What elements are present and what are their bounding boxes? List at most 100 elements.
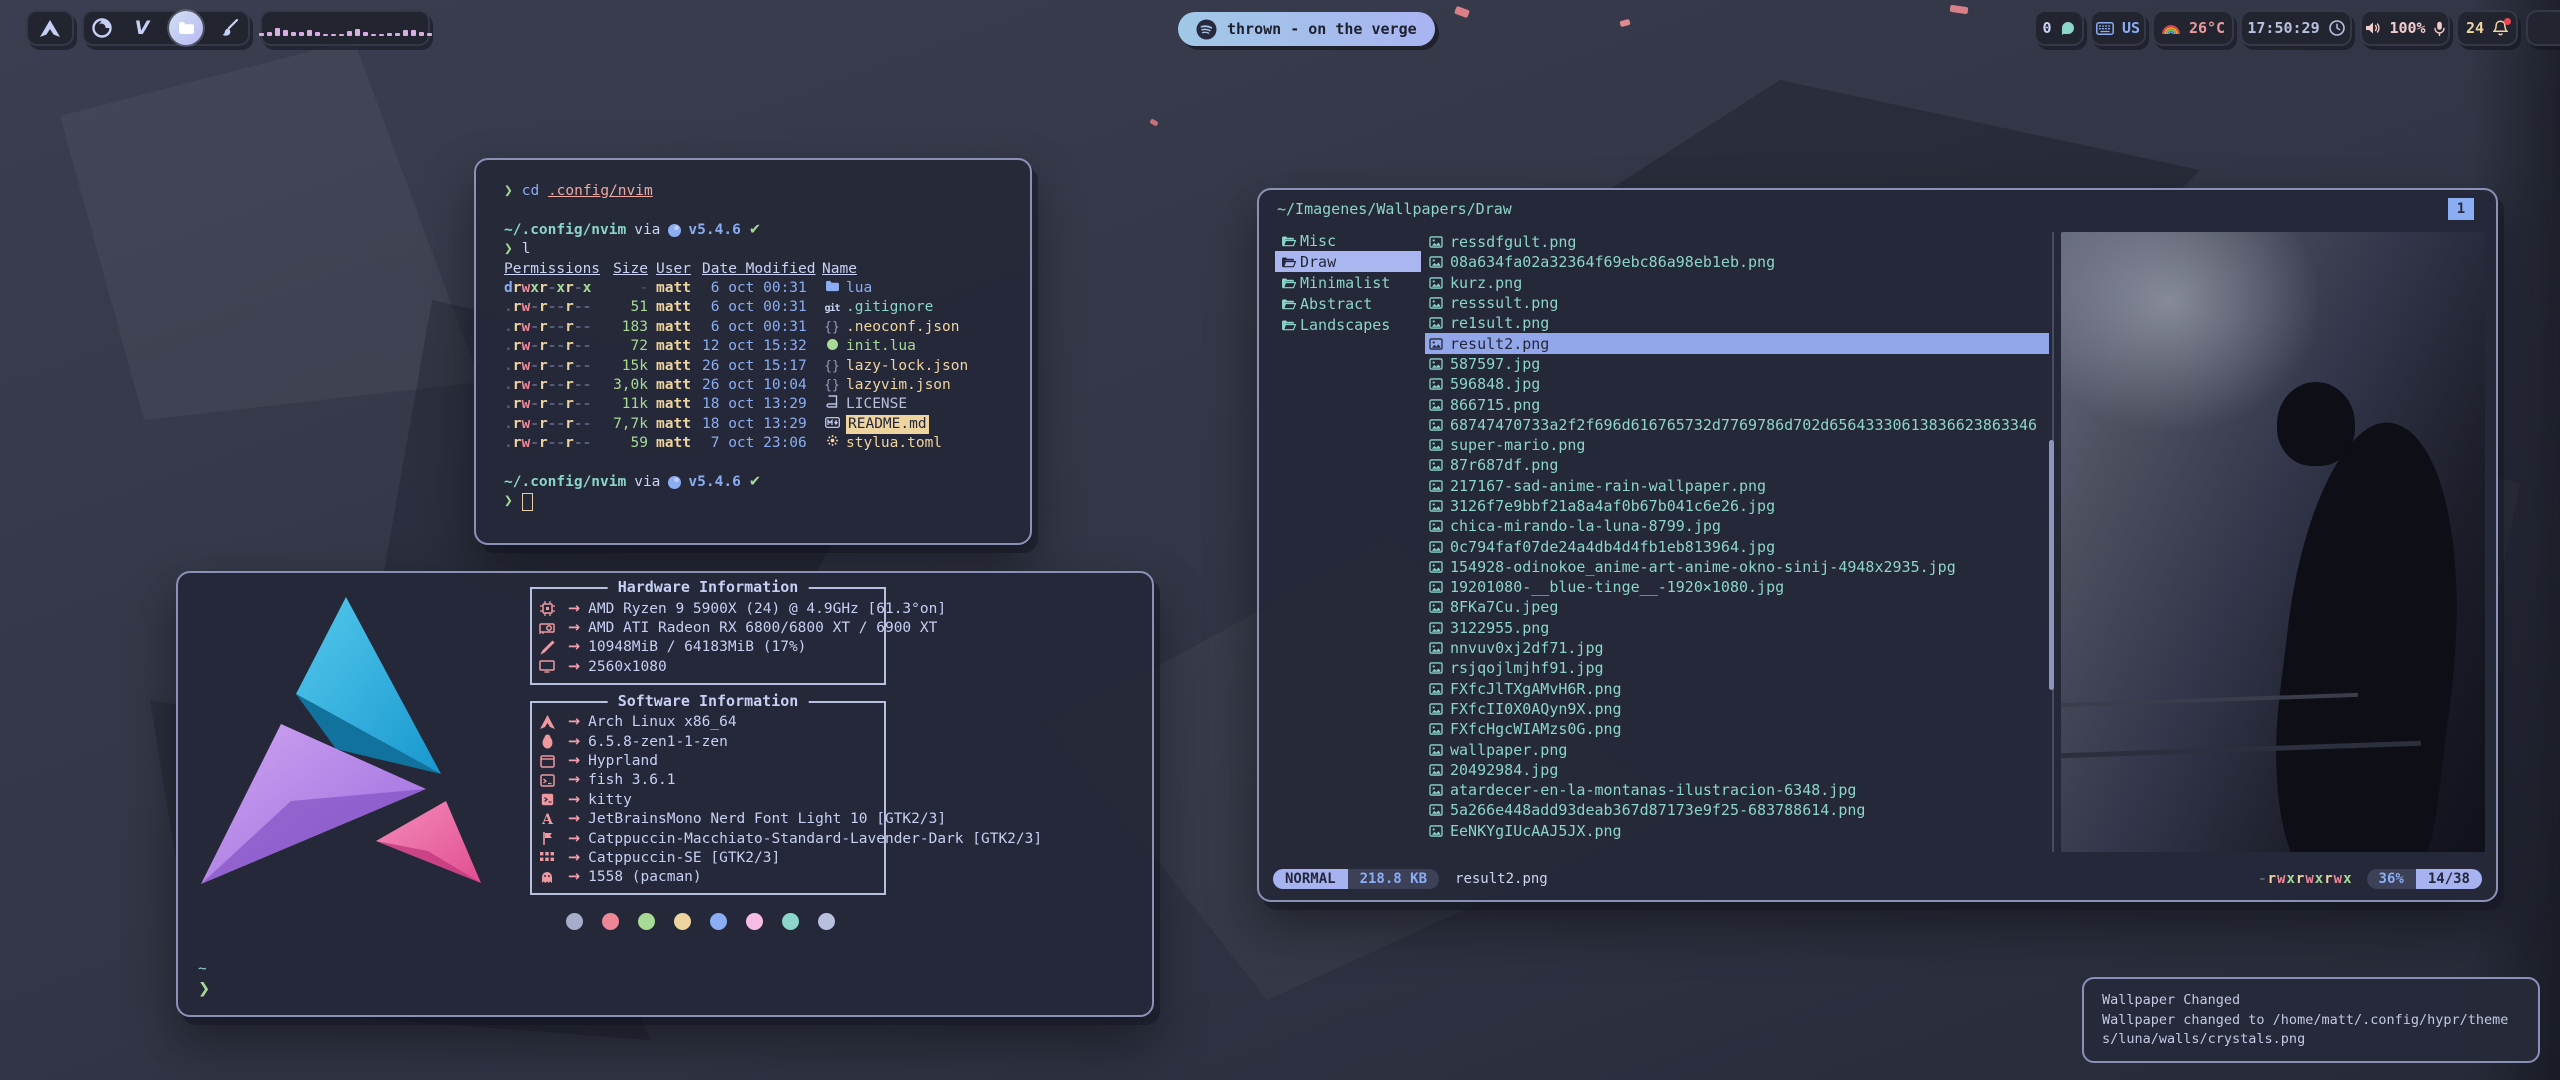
file-list-item[interactable]: chica-mirando-la-luna-8799.jpg bbox=[1425, 516, 2049, 536]
file-list-item[interactable]: re1sult.png bbox=[1425, 313, 2049, 333]
file-name: 08a634fa02a32364f69ebc86a98eb1eb.png bbox=[1450, 253, 1775, 271]
ls-row: .rw-r--r--11kmatt18 oct 13:29LICENSE bbox=[504, 395, 1010, 414]
fetch-info: Hardware Information →AMD Ryzen 9 5900X … bbox=[530, 587, 1136, 930]
tray-notifications-island[interactable]: 24 bbox=[2456, 10, 2518, 46]
media-player-pill[interactable]: thrown - on the verge bbox=[1178, 12, 1435, 46]
file-list-item[interactable]: nnvuv0xj2df71.jpg bbox=[1425, 638, 2049, 658]
file-list-item[interactable]: result2.png bbox=[1425, 333, 2049, 353]
file-name: 587597.jpg bbox=[1450, 355, 1540, 373]
notification-toast[interactable]: Wallpaper Changed Wallpaper changed to /… bbox=[2082, 977, 2540, 1063]
file-name: lazy-lock.json bbox=[846, 357, 968, 376]
file-list-item[interactable]: 08a634fa02a32364f69ebc86a98eb1eb.png bbox=[1425, 252, 2049, 272]
tray-keyboard-island[interactable]: US bbox=[2090, 10, 2146, 46]
paintbrush-icon[interactable] bbox=[217, 15, 243, 41]
file-manager-window[interactable]: ~/Imagenes/Wallpapers/Draw 1 MiscDrawMin… bbox=[1257, 188, 2498, 902]
file-list-item[interactable]: FXfcII0X0AQyn9X.png bbox=[1425, 699, 2049, 719]
file-list-item[interactable]: wallpaper.png bbox=[1425, 739, 2049, 759]
tab-indicator[interactable]: 1 bbox=[2448, 198, 2474, 220]
image-file-icon bbox=[1429, 378, 1443, 390]
fetch-info-value: 6.5.8-zen1-1-zen bbox=[588, 734, 728, 750]
file-list-item[interactable]: 20492984.jpg bbox=[1425, 760, 2049, 780]
file-list-item[interactable]: ressdfgult.png bbox=[1425, 232, 2049, 252]
visualizer-bar bbox=[323, 34, 328, 36]
fetch-info-value: fish 3.6.1 bbox=[588, 772, 675, 788]
file-name: result2.png bbox=[1450, 335, 1549, 353]
image-file-icon bbox=[1429, 804, 1443, 816]
file-list-item[interactable]: 3122955.png bbox=[1425, 618, 2049, 638]
tray-weather-island[interactable]: 26°C bbox=[2152, 10, 2234, 46]
fetch-window[interactable]: Hardware Information →AMD Ryzen 9 5900X … bbox=[176, 571, 1154, 1017]
rainbow-icon bbox=[2161, 22, 2181, 34]
file-list-item[interactable]: rsjqojlmjhf91.jpg bbox=[1425, 658, 2049, 678]
file-list-item[interactable]: resssult.png bbox=[1425, 293, 2049, 313]
fetch-info-row: →6.5.8-zen1-1-zen bbox=[536, 732, 884, 751]
sidebar-folder-minimalist[interactable]: Minimalist bbox=[1275, 272, 1421, 293]
file-name: re1sult.png bbox=[1450, 314, 1549, 332]
hardware-info-box: Hardware Information →AMD Ryzen 9 5900X … bbox=[530, 587, 886, 685]
file-list-item[interactable]: 68747470733a2f2f696d616765732d7769786d70… bbox=[1425, 415, 2049, 435]
mode-badge: NORMAL bbox=[1273, 869, 1348, 889]
vim-icon[interactable]: V bbox=[129, 15, 155, 41]
file-list-item[interactable]: 866715.png bbox=[1425, 394, 2049, 414]
arrow-icon: → bbox=[568, 601, 580, 617]
fetch-info-value: Arch Linux x86_64 bbox=[588, 714, 736, 730]
file-list-item[interactable]: atardecer-en-la-montanas-ilustracion-634… bbox=[1425, 780, 2049, 800]
image-file-icon bbox=[1429, 662, 1443, 674]
file-name: atardecer-en-la-montanas-ilustracion-634… bbox=[1450, 781, 1856, 799]
fetch-info-row: →fish 3.6.1 bbox=[536, 771, 884, 790]
keyboard-layout: US bbox=[2122, 19, 2140, 37]
terminal-window[interactable]: ❯cd .config/nvim~/.config/nvimviav5.4.6✔… bbox=[474, 158, 1032, 545]
file-list-item[interactable]: 19201080-__blue-tinge__-1920×1080.jpg bbox=[1425, 577, 2049, 597]
file-list-item[interactable]: kurz.png bbox=[1425, 273, 2049, 293]
wallpaper-speck bbox=[1619, 19, 1630, 27]
file-list-item[interactable]: EeNKYgIUcAAJ5JX.png bbox=[1425, 821, 2049, 841]
file-name: 3126f7e9bbf21a8a4af0b67b041c6e26.jpg bbox=[1450, 497, 1775, 515]
file-name: chica-mirando-la-luna-8799.jpg bbox=[1450, 517, 1721, 535]
file-list-item[interactable]: 0c794faf07de24a4db4d4fb1eb813964.jpg bbox=[1425, 536, 2049, 556]
file-list-item[interactable]: FXfcHgcWIAMzs0G.png bbox=[1425, 719, 2049, 739]
file-list-item[interactable]: 596848.jpg bbox=[1425, 374, 2049, 394]
file-list-item[interactable]: 217167-sad-anime-rain-wallpaper.png bbox=[1425, 476, 2049, 496]
file-list-item[interactable]: 5a266e448add93deab367d87173e9f25-6837886… bbox=[1425, 800, 2049, 820]
wallpaper-shard bbox=[60, 40, 480, 420]
font-icon: A bbox=[536, 812, 558, 826]
notification-body: Wallpaper changed to /home/matt/.config/… bbox=[2102, 1011, 2520, 1050]
sidebar-folder-draw[interactable]: Draw bbox=[1275, 251, 1421, 272]
image-file-icon bbox=[1429, 601, 1443, 613]
file-name: .neoconf.json bbox=[846, 318, 960, 337]
file-list-item[interactable]: 87r687df.png bbox=[1425, 455, 2049, 475]
sidebar-folder-landscapes[interactable]: Landscapes bbox=[1275, 314, 1421, 335]
sidebar-folder-abstract[interactable]: Abstract bbox=[1275, 293, 1421, 314]
file-list-item[interactable]: super-mario.png bbox=[1425, 435, 2049, 455]
arch-launcher-icon[interactable] bbox=[40, 20, 60, 37]
firefox-icon[interactable] bbox=[89, 15, 115, 41]
tray-clock-island[interactable]: 17:50:29 bbox=[2240, 10, 2352, 46]
file-list-item[interactable]: 154928-odinokoe_anime-art-anime-okno-sin… bbox=[1425, 557, 2049, 577]
file-list-item[interactable]: 8FKa7Cu.jpeg bbox=[1425, 597, 2049, 617]
notification-badge-dot bbox=[2504, 18, 2511, 25]
lua-version: v5.4.6 bbox=[688, 221, 740, 240]
file-list-item[interactable]: FXfcJlTXgAMvH6R.png bbox=[1425, 679, 2049, 699]
sidebar-folder-misc[interactable]: Misc bbox=[1275, 230, 1421, 251]
notification-count: 24 bbox=[2466, 19, 2484, 37]
image-file-icon bbox=[1429, 723, 1443, 735]
file-list-scrollbar[interactable] bbox=[2049, 440, 2054, 690]
file-manager-dock-icon[interactable] bbox=[169, 11, 203, 45]
file-list-item[interactable]: 3126f7e9bbf21a8a4af0b67b041c6e26.jpg bbox=[1425, 496, 2049, 516]
file-size-badge: 218.8 KB bbox=[1348, 869, 1439, 889]
image-file-icon bbox=[1429, 744, 1443, 756]
file-name: 20492984.jpg bbox=[1450, 761, 1558, 779]
folder-name: Landscapes bbox=[1300, 316, 1390, 334]
image-file-icon bbox=[1429, 459, 1443, 471]
tray-updates-island[interactable]: 0 bbox=[2034, 10, 2084, 46]
launcher-island[interactable] bbox=[26, 10, 74, 46]
resolution-icon bbox=[536, 660, 558, 673]
lua-icon bbox=[668, 224, 681, 237]
file-name: 0c794faf07de24a4db4d4fb1eb813964.jpg bbox=[1450, 538, 1775, 556]
file-name: FXfcII0X0AQyn9X.png bbox=[1450, 700, 1622, 718]
tray-power-island[interactable] bbox=[2526, 10, 2560, 46]
tray-audio-island[interactable]: 100% bbox=[2360, 10, 2450, 46]
fetch-info-row: →Hyprland bbox=[536, 751, 884, 770]
spotify-icon bbox=[1196, 19, 1217, 40]
file-list-item[interactable]: 587597.jpg bbox=[1425, 354, 2049, 374]
